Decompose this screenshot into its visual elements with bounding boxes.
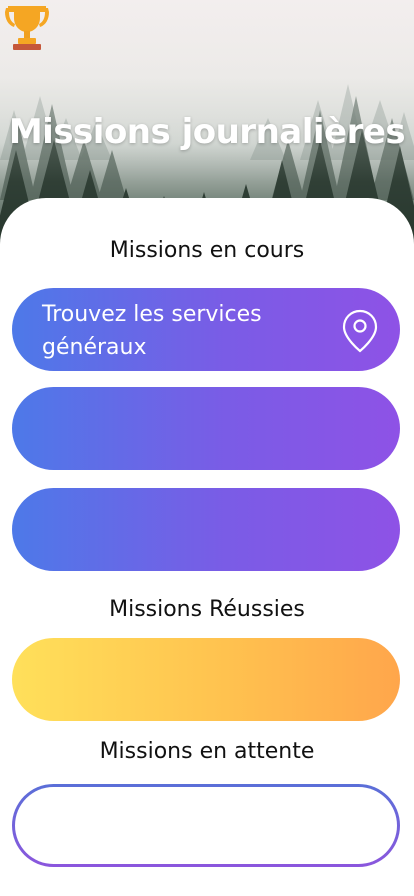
section-title-pending: Missions en attente: [99, 739, 315, 764]
succeeded-mission-item[interactable]: [12, 638, 400, 721]
trophy-icon: [5, 6, 49, 50]
mission-label: Trouvez les services généraux: [42, 302, 262, 360]
page-title: Missions journalières: [8, 112, 406, 152]
pending-mission-item[interactable]: [12, 784, 400, 867]
mission-item[interactable]: [12, 488, 400, 571]
section-title-succeeded: Missions Réussies: [109, 597, 305, 622]
map-pin-icon: [342, 309, 378, 353]
missions-card: Missions en cours Trouvez les services g…: [0, 198, 414, 896]
mission-item[interactable]: Trouvez les services généraux: [12, 288, 400, 371]
mission-item[interactable]: [12, 387, 400, 470]
section-title-in-progress: Missions en cours: [109, 238, 305, 263]
